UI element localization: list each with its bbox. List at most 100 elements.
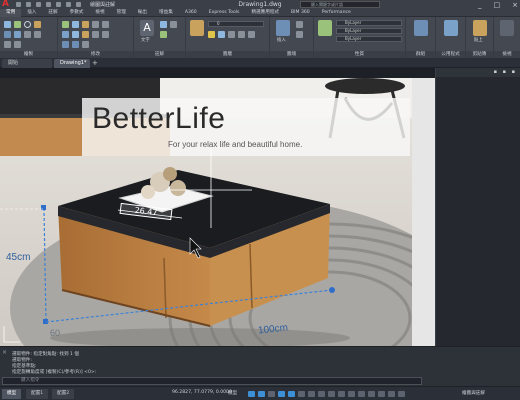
- polar-icon[interactable]: [278, 391, 285, 397]
- tab-annotate[interactable]: 註解: [42, 9, 63, 17]
- layout-tab-layout2[interactable]: 配置2: [52, 389, 75, 399]
- tab-manage[interactable]: 管理: [111, 9, 132, 17]
- panel-draw-title[interactable]: 繪製: [0, 51, 57, 58]
- palette-controls[interactable]: ▪ ▪ ▪: [494, 69, 517, 75]
- ortho-icon[interactable]: [268, 391, 275, 397]
- lineweight-icon[interactable]: [308, 391, 315, 397]
- hatch-icon[interactable]: [14, 31, 21, 38]
- panel-properties-title[interactable]: 性質: [314, 51, 405, 58]
- tab-home[interactable]: 常用: [0, 8, 22, 17]
- tab-featured-apps[interactable]: 精選應用程式: [245, 9, 285, 17]
- tab-drawing1[interactable]: Drawing1*: [54, 59, 90, 68]
- workspace-label[interactable]: 繪圖與註解: [462, 390, 485, 396]
- workspace-switch-icon[interactable]: [358, 391, 365, 397]
- snap-icon[interactable]: [258, 391, 265, 397]
- leader-icon[interactable]: [170, 21, 177, 28]
- break-icon[interactable]: [82, 41, 89, 48]
- transparency-icon[interactable]: [318, 391, 325, 397]
- fillet-icon[interactable]: [82, 31, 89, 38]
- layer-on-icon[interactable]: [208, 31, 215, 38]
- offset-icon[interactable]: [92, 31, 99, 38]
- drawing-viewport[interactable]: BetterLife For your relax life and beaut…: [0, 68, 520, 346]
- osnap-icon[interactable]: [288, 391, 295, 397]
- new-tab-button[interactable]: +: [92, 59, 98, 68]
- clean-screen-icon[interactable]: [388, 391, 395, 397]
- layout-tab-model[interactable]: 模型: [2, 389, 22, 399]
- otrack-icon[interactable]: [298, 391, 305, 397]
- tab-performance[interactable]: Performance: [316, 9, 357, 17]
- hardware-accel-icon[interactable]: [378, 391, 385, 397]
- grid-icon[interactable]: [248, 391, 255, 397]
- trim-icon[interactable]: [82, 21, 89, 28]
- paste-icon[interactable]: [473, 20, 487, 36]
- rectangle-icon[interactable]: [4, 31, 11, 38]
- layer-freeze-icon[interactable]: [218, 31, 225, 38]
- dimension-height-label[interactable]: 45cm: [6, 252, 30, 263]
- panel-view-title[interactable]: 檢視: [494, 51, 520, 58]
- move-icon[interactable]: [62, 21, 69, 28]
- layer-isolate-icon[interactable]: [248, 31, 255, 38]
- print-icon[interactable]: [56, 2, 61, 7]
- mirror-icon[interactable]: [72, 31, 79, 38]
- scale-icon[interactable]: [72, 41, 79, 48]
- create-block-icon[interactable]: [296, 21, 303, 28]
- erase-icon[interactable]: [92, 21, 99, 28]
- model-space-toggle[interactable]: 模型: [228, 390, 237, 396]
- linetype-dropdown[interactable]: ByLayer: [336, 36, 402, 42]
- region-icon[interactable]: [14, 41, 21, 48]
- minimize-button[interactable]: _: [478, 1, 482, 9]
- edit-block-icon[interactable]: [296, 31, 303, 38]
- tab-start[interactable]: 開始: [2, 59, 52, 68]
- command-input[interactable]: 鍵入指令: [2, 377, 422, 385]
- width-dimension-line[interactable]: [45, 289, 333, 323]
- layer-properties-icon[interactable]: [190, 20, 204, 36]
- tab-view[interactable]: 檢視: [89, 9, 110, 17]
- line-icon[interactable]: [4, 21, 11, 28]
- panel-layers-title[interactable]: 圖層: [186, 51, 269, 58]
- rotate-icon[interactable]: [72, 21, 79, 28]
- workspace-dropdown[interactable]: 繪圖與註解: [90, 1, 115, 8]
- match-properties-icon[interactable]: [318, 20, 332, 36]
- maximize-button[interactable]: □: [494, 1, 501, 9]
- tab-addins[interactable]: 增益集: [153, 9, 179, 17]
- color-dropdown[interactable]: ByLayer: [336, 20, 402, 26]
- polyline-icon[interactable]: [14, 21, 21, 28]
- table-icon[interactable]: [160, 31, 167, 38]
- isolate-icon[interactable]: [368, 391, 375, 397]
- tab-a360[interactable]: A360: [179, 9, 203, 17]
- layer-lock-icon[interactable]: [228, 31, 235, 38]
- tab-express-tools[interactable]: Express Tools: [203, 9, 246, 17]
- panel-annotate-title[interactable]: 註解: [134, 51, 185, 58]
- close-button[interactable]: ×: [512, 1, 518, 9]
- search-input[interactable]: 鍵入關鍵字或片語: [300, 1, 380, 8]
- annotation-visibility-icon[interactable]: [348, 391, 355, 397]
- grip-right[interactable]: [329, 287, 335, 293]
- dimension-icon[interactable]: [160, 21, 167, 28]
- tab-insert[interactable]: 插入: [21, 9, 42, 17]
- explode-icon[interactable]: [102, 21, 109, 28]
- open-icon[interactable]: [26, 2, 31, 7]
- undo-icon[interactable]: [66, 2, 71, 7]
- save-icon[interactable]: [36, 2, 41, 7]
- tab-bim360[interactable]: BIM 360: [285, 9, 316, 17]
- new-icon[interactable]: [16, 2, 21, 7]
- group-icon[interactable]: [414, 20, 428, 36]
- copy-icon[interactable]: [62, 31, 69, 38]
- layout-tab-layout1[interactable]: 配置1: [26, 389, 49, 399]
- save-as-icon[interactable]: [46, 2, 51, 7]
- stretch-icon[interactable]: [62, 41, 69, 48]
- panel-clipboard-title[interactable]: 剪貼簿: [466, 51, 493, 58]
- redo-icon[interactable]: [76, 2, 81, 7]
- panel-groups-title[interactable]: 群組: [406, 51, 435, 58]
- customize-icon[interactable]: [398, 391, 405, 397]
- arc-icon[interactable]: [34, 21, 41, 28]
- lineweight-dropdown[interactable]: ByLayer: [336, 28, 402, 34]
- dimension-depth-label[interactable]: 60: [50, 328, 60, 338]
- annotation-scale-icon[interactable]: [338, 391, 345, 397]
- selection-cycling-icon[interactable]: [328, 391, 335, 397]
- array-icon[interactable]: [102, 31, 109, 38]
- spline-icon[interactable]: [24, 31, 31, 38]
- measure-icon[interactable]: [444, 20, 458, 36]
- tab-output[interactable]: 輸出: [132, 9, 153, 17]
- panel-utilities-title[interactable]: 公用程式: [436, 51, 465, 58]
